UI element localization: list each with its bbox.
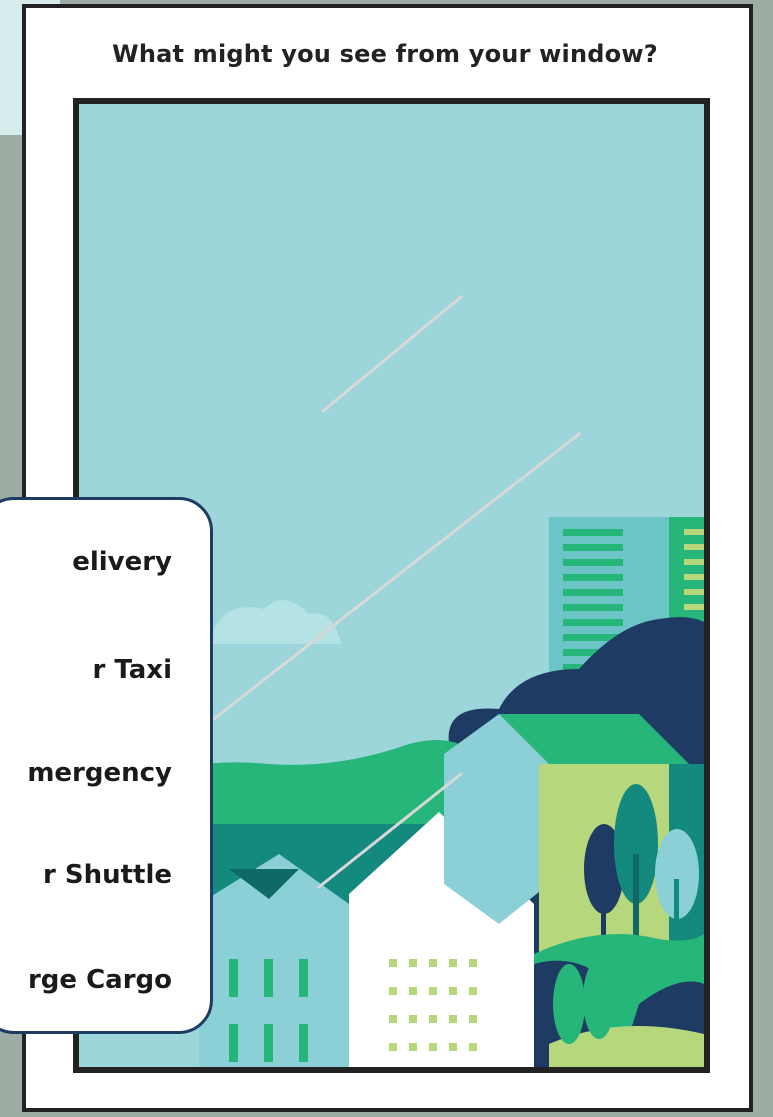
option-emergency[interactable]: mergency [0,743,194,803]
option-label: mergency [27,758,172,788]
tree-5 [583,959,615,1039]
background-right-strip [758,0,773,1117]
option-label: rge Cargo [27,965,172,995]
option-delivery[interactable]: elivery [0,532,194,592]
option-air-taxi[interactable]: r Taxi [0,640,194,700]
tree-4 [553,964,585,1044]
transport-options-panel: elivery r Taxi mergency r Shuttle rge Ca… [0,497,213,1034]
option-label: elivery [72,547,172,577]
option-label: r Shuttle [42,860,172,890]
question-prompt: What might you see from your window? [112,40,658,68]
option-large-cargo[interactable]: rge Cargo [0,950,194,1010]
option-air-shuttle[interactable]: r Shuttle [0,845,194,905]
option-label: r Taxi [92,655,173,685]
